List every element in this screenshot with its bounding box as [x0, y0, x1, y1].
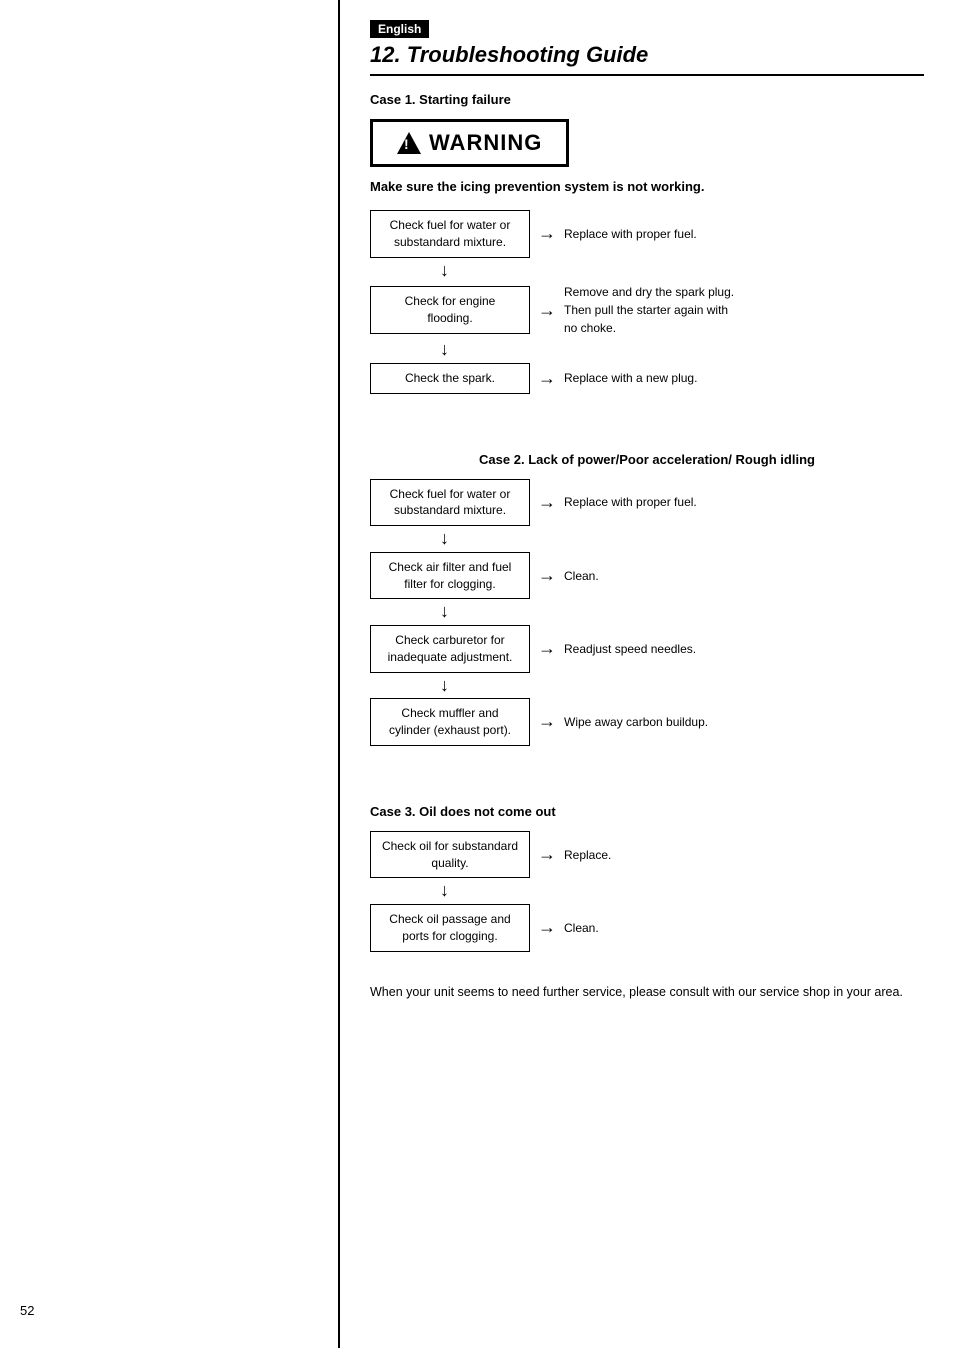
- case3-down1-icon: ↓: [370, 880, 924, 902]
- case1-step2-row: Check for engine flooding. → Remove and …: [370, 283, 924, 337]
- case1-step1-result: Replace with proper fuel.: [564, 225, 697, 243]
- case2-step4-arrow-icon: →: [538, 711, 556, 732]
- case1-flow: Check fuel for water or substandard mixt…: [370, 210, 924, 394]
- content-area: English 12. Troubleshooting Guide Case 1…: [340, 0, 954, 1348]
- case2-step2-result: Clean.: [564, 567, 599, 585]
- case2-step3-row: Check carburetor for inadequate adjustme…: [370, 625, 924, 673]
- case2-flow: Check fuel for water or substandard mixt…: [370, 479, 924, 746]
- case1-down2-icon: ↓: [370, 339, 924, 361]
- case3-step1-box: Check oil for substandard quality.: [370, 831, 530, 879]
- case1-title: Case 1. Starting failure: [370, 92, 924, 107]
- case1-step2-result: Remove and dry the spark plug. Then pull…: [564, 283, 744, 337]
- case2-step4-result: Wipe away carbon buildup.: [564, 713, 708, 731]
- warning-box: WARNING: [370, 119, 569, 167]
- case3-step2-row: Check oil passage and ports for clogging…: [370, 904, 924, 952]
- case1-step1-row: Check fuel for water or substandard mixt…: [370, 210, 924, 258]
- case2-step1-box: Check fuel for water or substandard mixt…: [370, 479, 530, 527]
- case3-title: Case 3. Oil does not come out: [370, 804, 924, 819]
- case2-down1-icon: ↓: [370, 528, 924, 550]
- page-number: 52: [20, 1303, 34, 1318]
- warning-note: Make sure the icing prevention system is…: [370, 179, 924, 194]
- case3-step2-box: Check oil passage and ports for clogging…: [370, 904, 530, 952]
- case3-step1-result: Replace.: [564, 846, 611, 864]
- left-margin: 52: [0, 0, 340, 1348]
- case2-step4-box: Check muffler and cylinder (exhaust port…: [370, 698, 530, 746]
- warning-label: WARNING: [429, 130, 542, 156]
- case1-step3-row: Check the spark. → Replace with a new pl…: [370, 363, 924, 394]
- case2-step1-arrow-icon: →: [538, 492, 556, 513]
- case2-step3-box: Check carburetor for inadequate adjustme…: [370, 625, 530, 673]
- case2-step2-box: Check air filter and fuel filter for clo…: [370, 552, 530, 600]
- case2-title: Case 2. Lack of power/Poor acceleration/…: [370, 452, 924, 467]
- case3-step2-arrow-icon: →: [538, 917, 556, 938]
- case3-step1-arrow-icon: →: [538, 844, 556, 865]
- footer-note: When your unit seems to need further ser…: [370, 982, 924, 1002]
- case2-step3-result: Readjust speed needles.: [564, 640, 696, 658]
- case1-step1-box: Check fuel for water or substandard mixt…: [370, 210, 530, 258]
- case2-step2-arrow-icon: →: [538, 565, 556, 586]
- case3-step2-result: Clean.: [564, 919, 599, 937]
- case2-down3-icon: ↓: [370, 675, 924, 697]
- case1-down1-icon: ↓: [370, 260, 924, 282]
- case2-step2-row: Check air filter and fuel filter for clo…: [370, 552, 924, 600]
- language-badge: English: [370, 20, 429, 38]
- case1-step2-box: Check for engine flooding.: [370, 286, 530, 334]
- case2-step1-result: Replace with proper fuel.: [564, 493, 697, 511]
- case1-step3-arrow-icon: →: [538, 368, 556, 389]
- case1-step1-arrow-icon: →: [538, 223, 556, 244]
- section-title: 12. Troubleshooting Guide: [370, 42, 924, 76]
- case2-step1-row: Check fuel for water or substandard mixt…: [370, 479, 924, 527]
- warning-triangle-icon: [397, 132, 421, 154]
- case2-step3-arrow-icon: →: [538, 638, 556, 659]
- case3-step1-row: Check oil for substandard quality. → Rep…: [370, 831, 924, 879]
- page: 52 English 12. Troubleshooting Guide Cas…: [0, 0, 954, 1348]
- case2-step4-row: Check muffler and cylinder (exhaust port…: [370, 698, 924, 746]
- case3-flow: Check oil for substandard quality. → Rep…: [370, 831, 924, 952]
- case1-step3-box: Check the spark.: [370, 363, 530, 394]
- case2-down2-icon: ↓: [370, 601, 924, 623]
- case1-step3-result: Replace with a new plug.: [564, 369, 697, 387]
- case1-step2-arrow-icon: →: [538, 300, 556, 321]
